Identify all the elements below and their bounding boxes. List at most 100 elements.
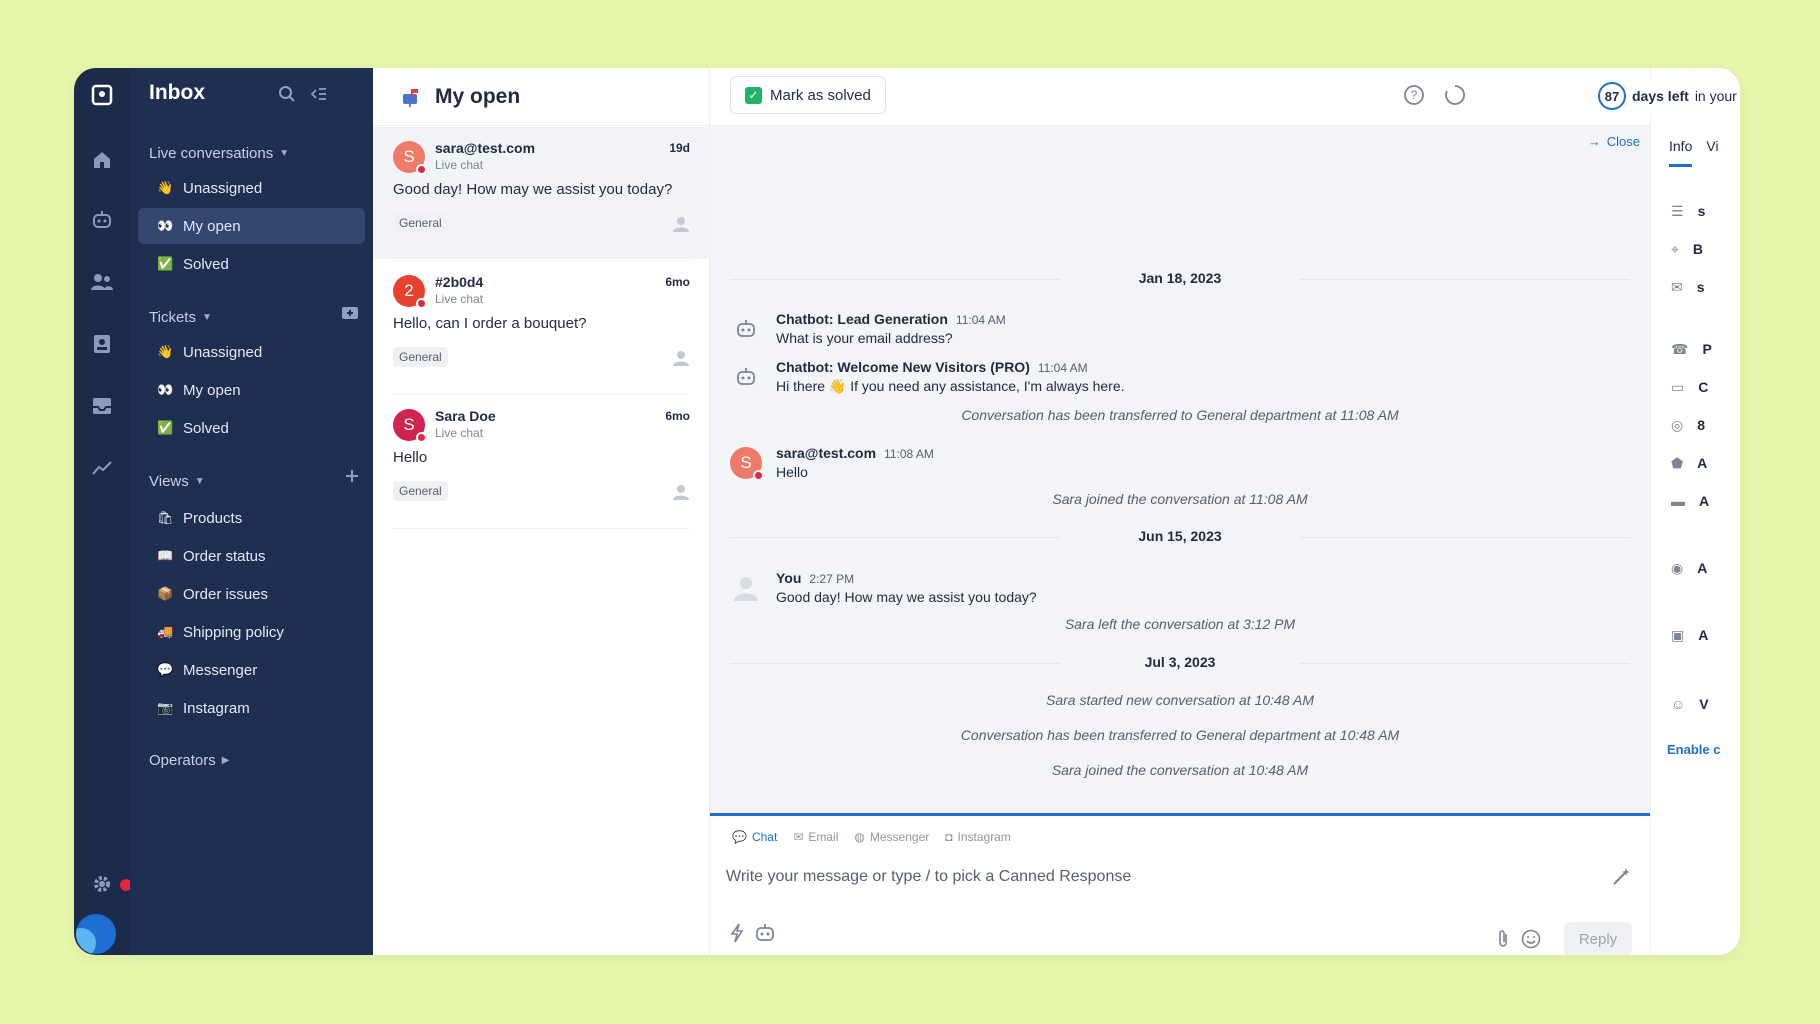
channel-tabs: 💬 Chat ✉ Email ◍ Messenger ◘ Instagram <box>732 830 1011 844</box>
conversation-name: Sara Doe <box>435 408 496 424</box>
sidebar-item-tickets-my-open[interactable]: 👀 My open <box>138 372 365 408</box>
close-button[interactable]: → Close <box>1588 134 1640 149</box>
sidebar-item-tickets-unassigned[interactable]: 👋 Unassigned <box>138 334 365 370</box>
settings-icon[interactable] <box>86 868 118 900</box>
sidebar-item-label: Solved <box>183 255 229 273</box>
conversation-list: My open S sara@test.com Live chat 19d Go… <box>373 68 710 955</box>
system-message: Conversation has been transferred to Gen… <box>961 407 1399 423</box>
analytics-icon[interactable] <box>86 452 118 484</box>
sidebar-item-order-status[interactable]: 📖 Order status <box>138 538 365 574</box>
avatar[interactable] <box>76 914 116 954</box>
add-view-icon[interactable] <box>345 469 359 483</box>
sidebar-item-label: My open <box>183 217 241 235</box>
svg-text:?: ? <box>1411 88 1418 102</box>
home-icon[interactable] <box>86 144 118 176</box>
chat-icon: 💬 <box>732 830 747 844</box>
info-value: s <box>1696 279 1705 295</box>
assignee-icon[interactable] <box>672 483 690 501</box>
tab-messenger[interactable]: ◍ Messenger <box>854 830 929 844</box>
section-live-conversations[interactable]: Live conversations ▼ <box>149 145 289 162</box>
tab-info[interactable]: Info <box>1669 138 1693 167</box>
bot-icon[interactable] <box>754 922 776 944</box>
conversation-item[interactable]: S sara@test.com Live chat 19d Good day! … <box>373 127 710 259</box>
add-ticket-icon[interactable] <box>341 306 359 320</box>
emoji-icon[interactable] <box>1520 928 1542 950</box>
message-author: sara@test.com <box>776 445 877 461</box>
tab-instagram[interactable]: ◘ Instagram <box>945 830 1011 844</box>
tab-chat[interactable]: 💬 Chat <box>732 830 777 844</box>
sidebar-item-products[interactable]: 🛍 Products <box>138 500 365 536</box>
tickets-icon[interactable] <box>86 328 118 360</box>
tab-visitor[interactable]: Vi <box>1706 138 1718 167</box>
info-row: ▬ A <box>1671 489 1709 513</box>
tab-email[interactable]: ✉ Email <box>793 830 838 844</box>
truck-icon: 🚚 <box>157 624 174 639</box>
avatar: S <box>393 409 427 443</box>
contacts-icon[interactable] <box>86 266 118 298</box>
smile-icon: ☺ <box>1671 696 1686 712</box>
sidebar-item-live-solved[interactable]: ✅ Solved <box>138 246 365 282</box>
sidebar-item-order-issues[interactable]: 📦 Order issues <box>138 576 365 612</box>
mail-icon: ✉ <box>793 830 804 844</box>
message-time: 11:04 AM <box>1037 361 1088 375</box>
sidebar-item-live-unassigned[interactable]: 👋 Unassigned <box>138 170 365 206</box>
info-card[interactable]: ◉ A <box>1671 556 1707 580</box>
enable-link[interactable]: Enable c <box>1667 742 1720 757</box>
info-value: P <box>1702 341 1712 357</box>
ticket-icon: ▣ <box>1671 626 1685 643</box>
page-title: My open <box>435 84 521 108</box>
wave-icon: 👋 <box>157 344 174 359</box>
reply-button[interactable]: Reply <box>1564 922 1632 955</box>
assignee-icon[interactable] <box>672 215 690 233</box>
loading-icon[interactable] <box>1444 84 1468 108</box>
logo-icon[interactable] <box>87 80 117 110</box>
conversation-time: 6mo <box>665 409 690 423</box>
collapse-icon[interactable] <box>308 83 330 105</box>
status-dot <box>416 164 427 175</box>
info-value: 8 <box>1697 417 1706 433</box>
info-card[interactable]: ☺ V <box>1671 692 1709 716</box>
info-row: ◎ 8 <box>1671 413 1705 437</box>
tab-label: Instagram <box>957 830 1011 844</box>
inbox-icon[interactable] <box>86 390 118 422</box>
conversation-item[interactable]: S Sara Doe Live chat 6mo Hello General <box>373 395 710 527</box>
conversation-item[interactable]: 2 #2b0d4 Live chat 6mo Hello, can I orde… <box>373 261 710 393</box>
sidebar-item-live-my-open[interactable]: 👀 My open <box>138 208 365 244</box>
magic-wand-icon[interactable] <box>1610 866 1632 888</box>
help-icon[interactable]: ? <box>1403 84 1427 108</box>
sidebar-item-label: Unassigned <box>183 343 263 361</box>
sidebar-item-shipping-policy[interactable]: 🚚 Shipping policy <box>138 614 365 650</box>
mark-solved-button[interactable]: ✓ Mark as solved <box>730 76 886 114</box>
arrow-right-icon: → <box>1587 134 1601 149</box>
section-tickets[interactable]: Tickets ▼ <box>149 309 212 326</box>
message-time: 11:08 AM <box>884 447 934 461</box>
chevron-right-icon: ▶ <box>221 755 230 766</box>
shopping-bag-icon: 🛍 <box>157 510 174 525</box>
bot-icon[interactable] <box>86 204 118 236</box>
info-card[interactable]: ▣ A <box>1671 623 1708 647</box>
conversation-preview: Good day! How may we assist you today? <box>393 181 673 198</box>
info-row: ⬟ A <box>1671 451 1707 475</box>
info-value: s <box>1697 203 1706 219</box>
section-operators[interactable]: Operators ▶ <box>149 752 229 769</box>
person-icon: ◉ <box>1671 559 1684 576</box>
sidebar-item-messenger[interactable]: 💬 Messenger <box>138 652 365 688</box>
paperclip-icon[interactable] <box>1492 928 1514 950</box>
message-input[interactable] <box>726 868 1546 886</box>
conversation-time: 6mo <box>665 275 690 289</box>
lightning-icon[interactable] <box>726 922 748 944</box>
section-views[interactable]: Views ▼ <box>149 473 205 490</box>
sidebar-title: Inbox <box>149 81 205 104</box>
search-icon[interactable] <box>276 83 298 105</box>
avatar: 2 <box>393 275 427 309</box>
person-icon <box>730 572 762 604</box>
info-row: ✉ s <box>1671 275 1705 299</box>
sidebar-item-instagram[interactable]: 📷 Instagram <box>138 690 365 726</box>
trial-banner[interactable]: 87 days left in your full-featured <box>1590 78 1740 114</box>
assignee-icon[interactable] <box>672 349 690 367</box>
avatar-initial: S <box>403 147 415 166</box>
department-tag: General <box>393 481 448 501</box>
message-text: Good day! How may we assist you today? <box>776 589 1037 605</box>
eyes-icon: 👀 <box>157 218 174 233</box>
sidebar-item-tickets-solved[interactable]: ✅ Solved <box>138 410 365 446</box>
